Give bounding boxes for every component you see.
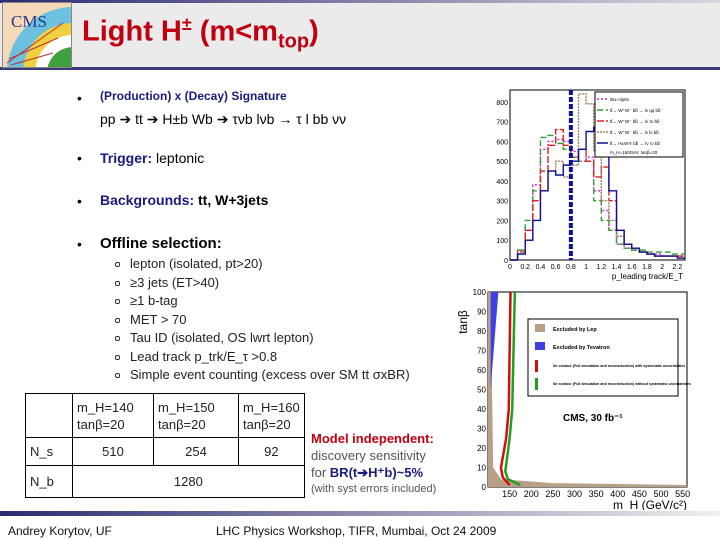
header-line1: m_H=140 <box>77 399 134 415</box>
legend-swatch <box>535 342 545 350</box>
selection-item: Lead track p_trk/E_τ >0.8 <box>115 348 410 367</box>
y-tick-label: 800 <box>496 100 508 107</box>
cell: 254 <box>153 437 239 466</box>
y-tick-label: 70 <box>477 347 486 356</box>
legend-entry: Excluded by Lep <box>553 327 597 333</box>
x-tick-label: 0.4 <box>536 264 546 271</box>
y-tick-label: 80 <box>477 327 486 336</box>
sub-bullet-icon <box>115 373 120 379</box>
x-axis-label: p_leading track/E_T <box>612 272 683 281</box>
x-tick-label: 1.8 <box>642 264 652 271</box>
svg-text:CMS: CMS <box>11 12 47 31</box>
legend-entry: tt̄→ W⁺W⁻ bb̄ → lν τν bb̄ <box>610 118 660 124</box>
bullet-marker: • <box>77 90 82 106</box>
y-tick-label: 100 <box>496 238 508 245</box>
legend-swatch <box>535 360 538 372</box>
y-tick-label: 10 <box>477 464 486 473</box>
tanbeta-mh-exclusion-plot: 0102030405060708090100150 200 250 300 350 400… <box>456 288 691 510</box>
y-tick-label: 700 <box>496 120 508 127</box>
x-tick-label: 150 <box>502 489 517 499</box>
x-tick-label: 0 <box>508 264 512 271</box>
backgrounds-line: Backgrounds: tt, W+3jets <box>100 192 269 208</box>
y-tick-label: 90 <box>477 308 486 317</box>
x-tick-label: 0.6 <box>551 264 561 271</box>
legend-box <box>594 91 684 158</box>
x-tick-label: 0.2 <box>520 264 530 271</box>
row-label: N_s <box>25 437 73 466</box>
x-tick-label: 200 <box>524 489 539 499</box>
trigger-line: Trigger: leptonic <box>100 150 205 166</box>
selection-item: MET > 70 <box>115 311 410 330</box>
x-tick-label: 0.8 <box>566 264 576 271</box>
x-tick-label: 2.2 <box>673 264 683 271</box>
bullet-marker: • <box>77 150 82 166</box>
y-tick-label: 40 <box>477 405 486 414</box>
x-tick-label: 1.6 <box>627 264 637 271</box>
x-tick-label: 1 <box>584 264 588 271</box>
x-axis-label: m_H (GeV/c²) <box>613 498 687 510</box>
selection-item: ≥1 b-tag <box>115 292 410 311</box>
y-tick-label: 500 <box>496 159 508 166</box>
sub-bullet-icon <box>115 354 120 360</box>
footer-author: Andrey Korytov, UF <box>8 524 112 538</box>
legend-swatch <box>535 378 538 390</box>
cms-logo: CMS <box>2 2 72 68</box>
x-tick-label: 2 <box>660 264 664 271</box>
header-mh150: m_H=150 tanβ=20 <box>153 393 239 438</box>
selection-item: lepton (isolated, pt>20) <box>115 255 410 274</box>
selection-item: Simple event counting (excess over SM tt… <box>115 366 410 385</box>
header-mh160: m_H=160 tanβ=20 <box>238 393 305 438</box>
selection-item: ≥3 jets (ET>40) <box>115 274 410 293</box>
y-tick-label: 50 <box>477 386 486 395</box>
sub-bullet-icon <box>115 317 120 323</box>
cell: 1280 <box>72 465 305 498</box>
selection-list: lepton (isolated, pt>20) ≥3 jets (ET>40) ≥… <box>115 255 410 385</box>
x-tick-label: 300 <box>567 489 582 499</box>
plot-annotation: CMS, 30 fb⁻¹ <box>563 413 623 424</box>
legend-entry: tt̄→ W⁺W⁻ bb̄ → lν qq bb̄ <box>610 107 661 113</box>
cell: 510 <box>72 437 154 466</box>
production-label: (Production) x (Decay) Signature <box>100 89 287 103</box>
y-tick-label: 100 <box>473 288 487 297</box>
sub-bullet-icon <box>115 262 120 268</box>
y-tick-label: 200 <box>496 218 508 225</box>
process-chain: pp ➔ tt ➔ H±b Wb ➔ τνb lνb → τ l bb νν <box>100 111 347 127</box>
legend-entry: tt̄→ H±W∓ bb̄ → lν τν bb̄ <box>610 140 661 146</box>
y-tick-label: 600 <box>496 139 508 146</box>
y-axis-label: tanβ <box>456 310 470 334</box>
event-yield-table: m_H=140 tanβ=20 m_H=150 tanβ=20 m_H=160 tan… <box>25 393 305 498</box>
model-independent-note: Model independent: discovery sensitivity… <box>311 431 437 495</box>
y-tick-label: 300 <box>496 199 508 206</box>
bullet-marker: • <box>77 236 82 252</box>
y-tick-label: 0 <box>482 483 487 492</box>
x-tick-label: 1.2 <box>596 264 606 271</box>
legend-entry: 5σ contour (Full simulation and reconstr… <box>553 382 691 386</box>
x-tick-label: 1.4 <box>612 264 622 271</box>
x-tick-label: 350 <box>589 489 604 499</box>
y-tick-label: 30 <box>477 425 486 434</box>
bullet-marker: • <box>77 193 82 209</box>
legend-entry: 5σ contour (Full simulation and reconstr… <box>553 364 685 368</box>
legend-entry: tt̄→ W⁺W⁻ bb̄ → lν lν bb̄ <box>610 129 659 135</box>
cell: 92 <box>238 437 305 466</box>
sub-bullet-icon <box>115 299 120 305</box>
sub-bullet-icon <box>115 280 120 286</box>
legend-swatch <box>535 324 545 332</box>
track-ratio-histogram: 01002003004005006007008000 0.2 0.4 0.6 0.8 1 1… <box>496 89 686 281</box>
x-tick-label: 250 <box>545 489 560 499</box>
footer-divider <box>0 511 720 516</box>
slide-title: Light H± (m<mtop) <box>82 14 319 53</box>
offline-selection-label: Offline selection: <box>100 235 222 252</box>
y-tick-label: 400 <box>496 179 508 186</box>
sub-bullet-icon <box>115 336 120 342</box>
plot-annotation: m_H=160GeV, tanβ=20 <box>610 150 658 155</box>
y-tick-label: 20 <box>477 444 486 453</box>
row-label: N_b <box>25 465 73 498</box>
header-mh140: m_H=140 tanβ=20 <box>72 393 154 438</box>
selection-item: Tau ID (isolated, OS lwrt lepton) <box>115 329 410 348</box>
footer-event: LHC Physics Workshop, TIFR, Mumbai, Oct … <box>216 524 497 538</box>
legend-entry: Excluded by Tevatron <box>553 345 610 351</box>
legend-entry: W±+3jets <box>610 97 630 102</box>
y-tick-label: 60 <box>477 366 486 375</box>
